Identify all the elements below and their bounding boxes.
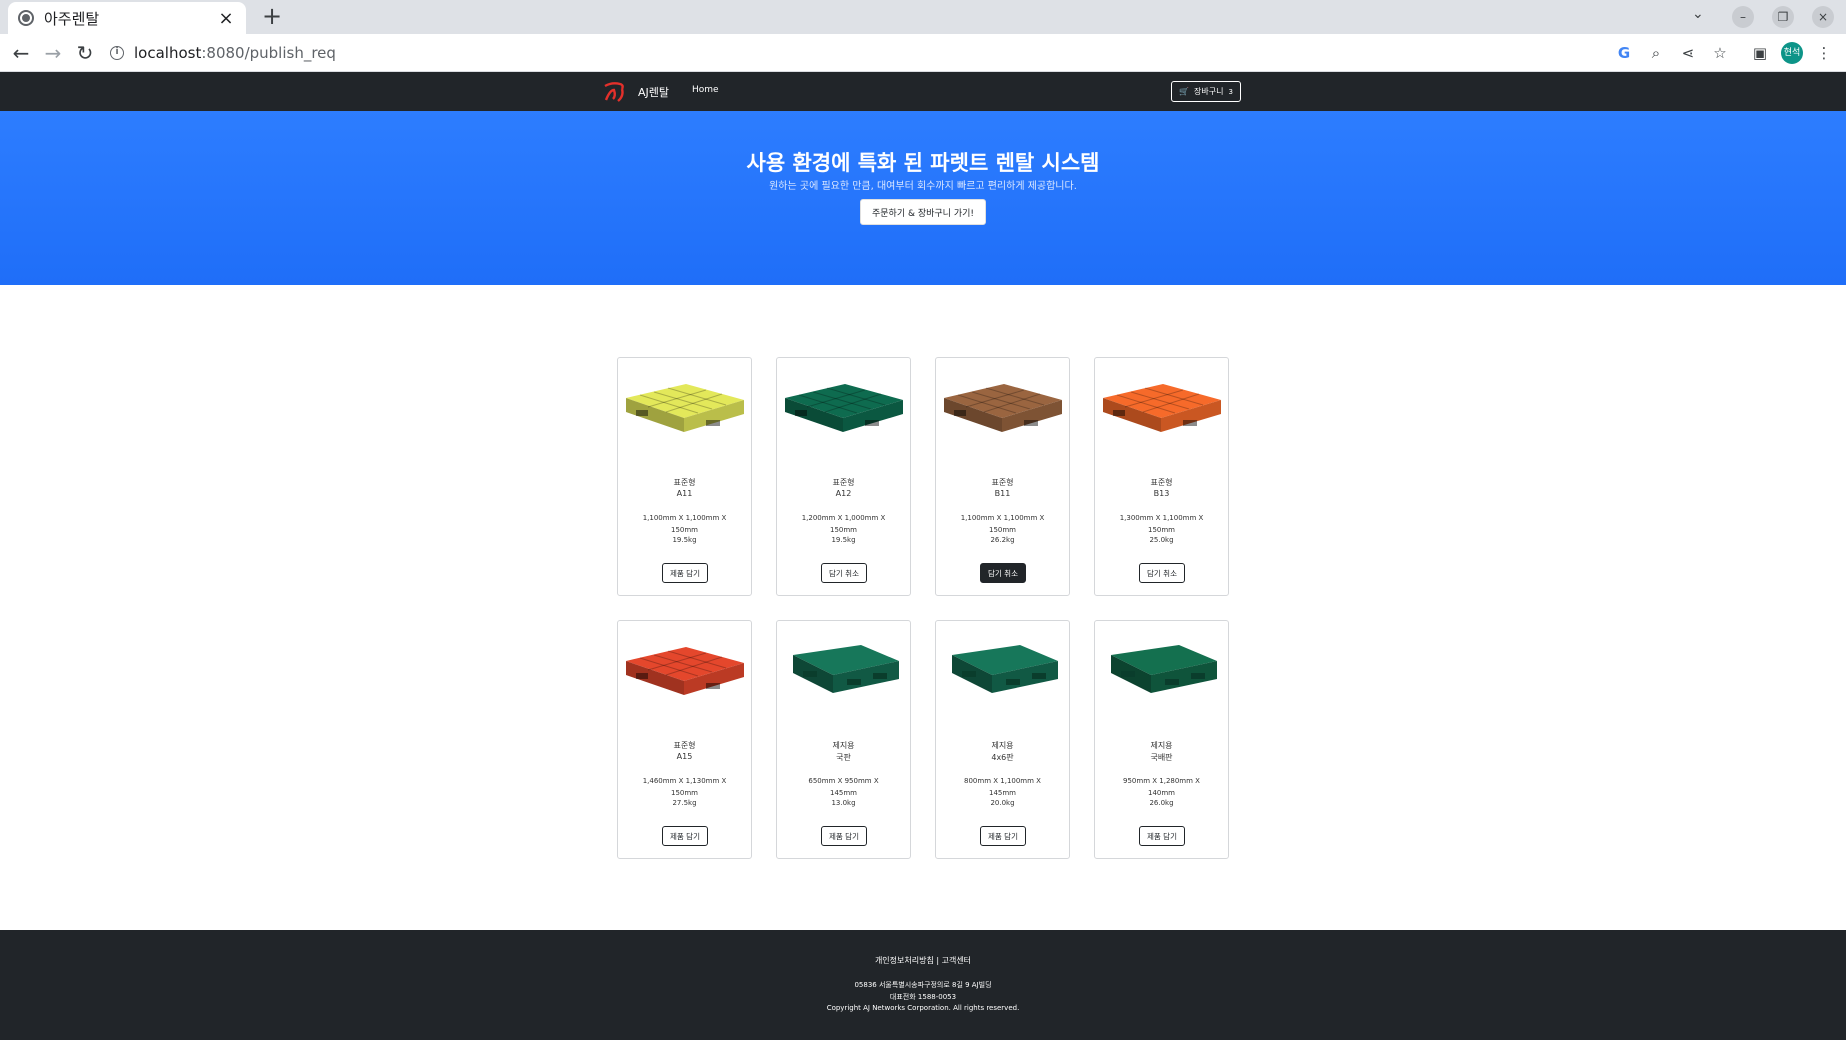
site-footer: 개인정보처리방침 | 고객센터 05836 서울특별시송파구정의로 8길 9 A… bbox=[0, 930, 1846, 1040]
share-icon[interactable]: ⋖ bbox=[1677, 42, 1699, 64]
brand-name[interactable]: AJ렌탈 bbox=[638, 84, 669, 100]
back-arrow-icon[interactable]: ← bbox=[8, 40, 34, 66]
tab-title: 아주렌탈 bbox=[44, 9, 100, 28]
product-model: 국판 bbox=[836, 753, 851, 762]
product-card: 표준형 A11 1,100mm X 1,100mm X 150mm 19.5kg… bbox=[617, 357, 752, 596]
product-card: 표준형 A12 1,200mm X 1,000mm X 150mm 19.5kg… bbox=[776, 357, 911, 596]
product-weight: 13.0kg bbox=[831, 799, 856, 807]
product-model: A15 bbox=[676, 752, 693, 761]
cart-button[interactable]: 🛒 장바구니 3 bbox=[1171, 81, 1241, 102]
add-to-cart-button[interactable]: 제품 담기 bbox=[980, 826, 1026, 846]
pallet-image bbox=[793, 645, 899, 693]
product-weight: 19.5kg bbox=[831, 536, 856, 544]
hero-subtitle: 원하는 곳에 필요한 만큼, 대여부터 회수까지 빠르고 편리하게 제공합니다. bbox=[769, 181, 1077, 192]
footer-links[interactable]: 개인정보처리방침 | 고객센터 bbox=[0, 955, 1846, 966]
close-tab-icon[interactable]: × bbox=[216, 8, 236, 29]
site-info-icon[interactable]: i bbox=[110, 46, 124, 60]
reload-icon[interactable]: ↻ bbox=[72, 40, 98, 66]
product-type: 표준형 bbox=[1150, 478, 1173, 487]
tab-search-chevron-icon[interactable]: ⌄ bbox=[1692, 6, 1704, 22]
pallet-image bbox=[952, 645, 1058, 693]
side-panel-icon[interactable]: ▣ bbox=[1749, 42, 1771, 64]
product-type: 표준형 bbox=[991, 478, 1014, 487]
product-model: 국배판 bbox=[1150, 753, 1173, 762]
add-to-cart-button[interactable]: 제품 담기 bbox=[662, 563, 708, 583]
browser-tab-strip: 아주렌탈 × + ⌄ – ❐ × bbox=[0, 0, 1846, 34]
url-path: :8080/publish_req bbox=[201, 44, 336, 62]
add-to-cart-button[interactable]: 제품 담기 bbox=[1139, 826, 1185, 846]
pallet-image bbox=[626, 384, 744, 432]
product-size: 800mm X 1,100mm X 145mm bbox=[964, 777, 1041, 797]
site-navbar: AJ렌탈 Home 🛒 장바구니 3 bbox=[0, 72, 1846, 111]
product-model: A12 bbox=[835, 489, 852, 498]
product-size: 650mm X 950mm X 145mm bbox=[808, 777, 879, 797]
product-type: 제지용 bbox=[991, 741, 1014, 750]
hero-title: 사용 환경에 특화 된 파렛트 렌탈 시스템 bbox=[746, 151, 1100, 175]
globe-icon bbox=[18, 10, 34, 26]
pallet-image bbox=[1103, 384, 1221, 432]
product-type: 표준형 bbox=[673, 741, 696, 750]
forward-arrow-icon[interactable]: → bbox=[40, 40, 66, 66]
product-weight: 20.0kg bbox=[990, 799, 1015, 807]
nav-home-link[interactable]: Home bbox=[692, 85, 719, 95]
product-card: 표준형 B13 1,300mm X 1,100mm X 150mm 25.0kg… bbox=[1094, 357, 1229, 596]
address-bar[interactable]: i localhost :8080/publish_req bbox=[110, 38, 1610, 68]
aj-logo-icon[interactable] bbox=[602, 80, 628, 104]
remove-from-cart-button[interactable]: 담기 취소 bbox=[1139, 563, 1185, 583]
menu-dots-icon[interactable]: ⋮ bbox=[1813, 42, 1835, 64]
browser-toolbar: ← → ↻ i localhost :8080/publish_req G ⌕ … bbox=[0, 34, 1846, 72]
product-type: 표준형 bbox=[673, 478, 696, 487]
product-model: B11 bbox=[994, 489, 1011, 498]
new-tab-button[interactable]: + bbox=[258, 2, 286, 30]
bookmark-star-icon[interactable]: ☆ bbox=[1709, 42, 1731, 64]
pallet-image bbox=[944, 384, 1062, 432]
product-model: A11 bbox=[676, 489, 693, 498]
product-size: 1,100mm X 1,100mm X 150mm bbox=[642, 514, 727, 534]
product-size: 1,200mm X 1,000mm X 150mm bbox=[801, 514, 886, 534]
pallet-image bbox=[1111, 645, 1217, 693]
product-card: 표준형 A15 1,460mm X 1,130mm X 150mm 27.5kg… bbox=[617, 620, 752, 859]
product-type: 제지용 bbox=[832, 741, 855, 750]
cart-icon: 🛒 bbox=[1179, 87, 1190, 96]
product-weight: 26.0kg bbox=[1149, 799, 1174, 807]
product-card: 제지용 4x6판 800mm X 1,100mm X 145mm 20.0kg … bbox=[935, 620, 1070, 859]
product-card: 제지용 국판 650mm X 950mm X 145mm 13.0kg 제품 담… bbox=[776, 620, 911, 859]
product-weight: 26.2kg bbox=[990, 536, 1015, 544]
product-type: 표준형 bbox=[832, 478, 855, 487]
product-card: 제지용 국배판 950mm X 1,280mm X 140mm 26.0kg 제… bbox=[1094, 620, 1229, 859]
order-cart-button[interactable]: 주문하기 & 장바구니 가기! bbox=[860, 199, 986, 225]
product-weight: 27.5kg bbox=[672, 799, 697, 807]
footer-phone: 대표전화 1588-0053 bbox=[889, 993, 957, 1001]
pallet-image bbox=[785, 384, 903, 432]
add-to-cart-button[interactable]: 제품 담기 bbox=[821, 826, 867, 846]
product-model: 4x6판 bbox=[991, 753, 1014, 762]
google-icon[interactable]: G bbox=[1613, 42, 1635, 64]
url-host: localhost bbox=[134, 44, 202, 62]
cart-count-badge: 3 bbox=[1228, 87, 1233, 96]
restore-icon[interactable]: ❐ bbox=[1772, 6, 1794, 28]
profile-avatar[interactable]: 현석 bbox=[1781, 42, 1803, 64]
minimize-icon[interactable]: – bbox=[1732, 6, 1754, 28]
zoom-icon[interactable]: ⌕ bbox=[1645, 42, 1667, 64]
product-size: 1,100mm X 1,100mm X 150mm bbox=[960, 514, 1045, 534]
product-size: 1,460mm X 1,130mm X 150mm bbox=[642, 777, 727, 797]
product-weight: 25.0kg bbox=[1149, 536, 1174, 544]
product-weight: 19.5kg bbox=[672, 536, 697, 544]
page-bottom bbox=[0, 1040, 1846, 1053]
window-close-icon[interactable]: × bbox=[1812, 6, 1834, 28]
product-type: 제지용 bbox=[1150, 741, 1173, 750]
product-size: 950mm X 1,280mm X 140mm bbox=[1123, 777, 1200, 797]
product-card: 표준형 B11 1,100mm X 1,100mm X 150mm 26.2kg… bbox=[935, 357, 1070, 596]
footer-copyright: Copyright AJ Networks Corporation. All r… bbox=[826, 1004, 1020, 1012]
product-size: 1,300mm X 1,100mm X 150mm bbox=[1119, 514, 1204, 534]
pallet-image bbox=[626, 647, 744, 695]
browser-tab[interactable]: 아주렌탈 × bbox=[8, 2, 246, 34]
remove-from-cart-button[interactable]: 담기 취소 bbox=[821, 563, 867, 583]
add-to-cart-button[interactable]: 제품 담기 bbox=[662, 826, 708, 846]
hero-banner: 사용 환경에 특화 된 파렛트 렌탈 시스템 원하는 곳에 필요한 만큼, 대여… bbox=[0, 111, 1846, 285]
remove-from-cart-button[interactable]: 담기 취소 bbox=[980, 563, 1026, 583]
product-model: B13 bbox=[1153, 489, 1170, 498]
footer-address: 05836 서울특별시송파구정의로 8길 9 AJ빌딩 bbox=[854, 981, 992, 989]
cart-label: 장바구니 bbox=[1194, 87, 1224, 96]
